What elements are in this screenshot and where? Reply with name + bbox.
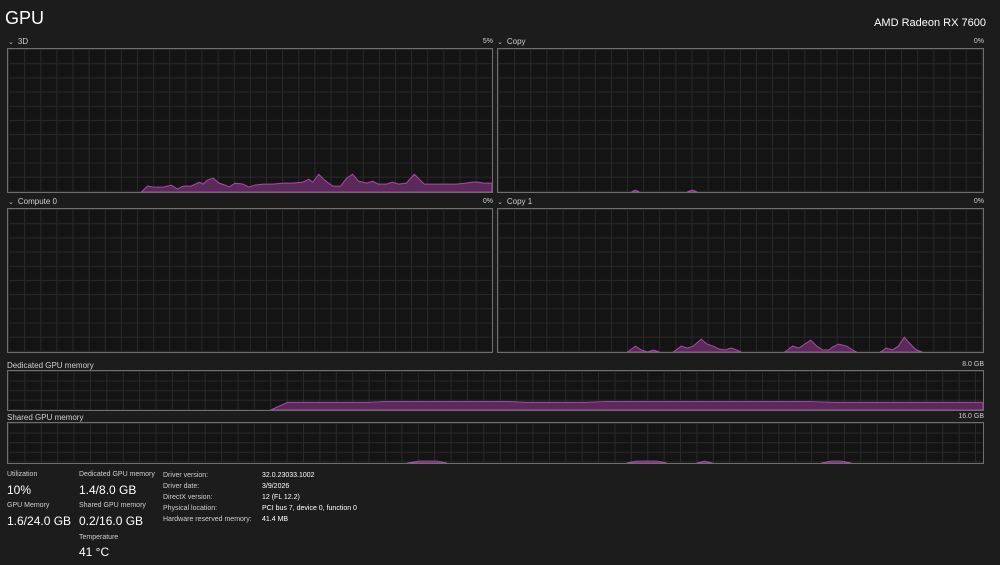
dedicated-memory-label: Dedicated GPU memory	[79, 471, 155, 478]
graph-dedicated-memory	[7, 370, 984, 411]
temperature-label: Temperature	[79, 534, 119, 541]
utilization-label: Utilization	[7, 471, 38, 478]
mem-label-dedicated: Dedicated GPU memory	[7, 361, 94, 370]
shared-memory-label: Shared GPU memory	[79, 502, 146, 509]
graph-label-text: Compute 0	[17, 197, 58, 206]
reserved-memory-label: Hardware reserved memory:	[163, 516, 252, 523]
graph-label-text: 3D	[17, 37, 29, 46]
graph-3d	[7, 48, 493, 193]
utilization-value: 10%	[7, 483, 32, 497]
graph-label-text: Copy 1	[506, 197, 533, 206]
driver-date-label: Driver date:	[163, 483, 200, 490]
driver-date-value: 3/9/2026	[262, 483, 290, 490]
page-title: GPU	[5, 8, 45, 28]
graph-label-3d[interactable]: ⌄ 3D	[8, 37, 28, 46]
graph-compute0	[7, 208, 493, 353]
directx-version-label: DirectX version:	[163, 494, 213, 501]
graph-max-copy: 0%	[973, 38, 984, 45]
gpu-name: AMD Radeon RX 7600	[874, 17, 986, 29]
graph-label-text: Copy	[506, 37, 526, 46]
graph-label-copy[interactable]: ⌄ Copy	[497, 37, 526, 46]
graph-copy1	[497, 208, 984, 353]
graph-copy	[497, 48, 984, 193]
graph-max-copy1: 0%	[973, 198, 984, 205]
mem-max-dedicated: 8.0 GB	[962, 361, 984, 368]
chevron-down-icon: ⌄	[497, 199, 503, 206]
gpu-memory-value: 1.6/24.0 GB	[7, 514, 72, 528]
graph-label-compute0[interactable]: ⌄ Compute 0	[8, 197, 57, 206]
shared-memory-value: 0.2/16.0 GB	[79, 514, 144, 528]
directx-version-value: 12 (FL 12.2)	[262, 494, 300, 501]
graph-max-3d: 5%	[482, 38, 493, 45]
graph-max-compute0: 0%	[482, 198, 493, 205]
physical-location-label: Physical location:	[163, 505, 218, 512]
reserved-memory-value: 41.4 MB	[262, 516, 289, 523]
mem-max-shared: 16.0 GB	[958, 413, 984, 420]
physical-location-value: PCI bus 7, device 0, function 0	[262, 505, 357, 512]
dedicated-memory-value: 1.4/8.0 GB	[79, 483, 137, 497]
gpu-memory-label: GPU Memory	[7, 502, 50, 509]
driver-version-value: 32.0.23033.1002	[262, 472, 315, 479]
chevron-down-icon: ⌄	[8, 39, 14, 46]
temperature-value: 41 °C	[79, 545, 110, 559]
mem-label-shared: Shared GPU memory	[7, 413, 84, 422]
chevron-down-icon: ⌄	[8, 199, 14, 206]
graph-shared-memory	[7, 422, 984, 464]
chevron-down-icon: ⌄	[497, 39, 503, 46]
driver-version-label: Driver version:	[163, 472, 209, 479]
graph-label-copy1[interactable]: ⌄ Copy 1	[497, 197, 532, 206]
